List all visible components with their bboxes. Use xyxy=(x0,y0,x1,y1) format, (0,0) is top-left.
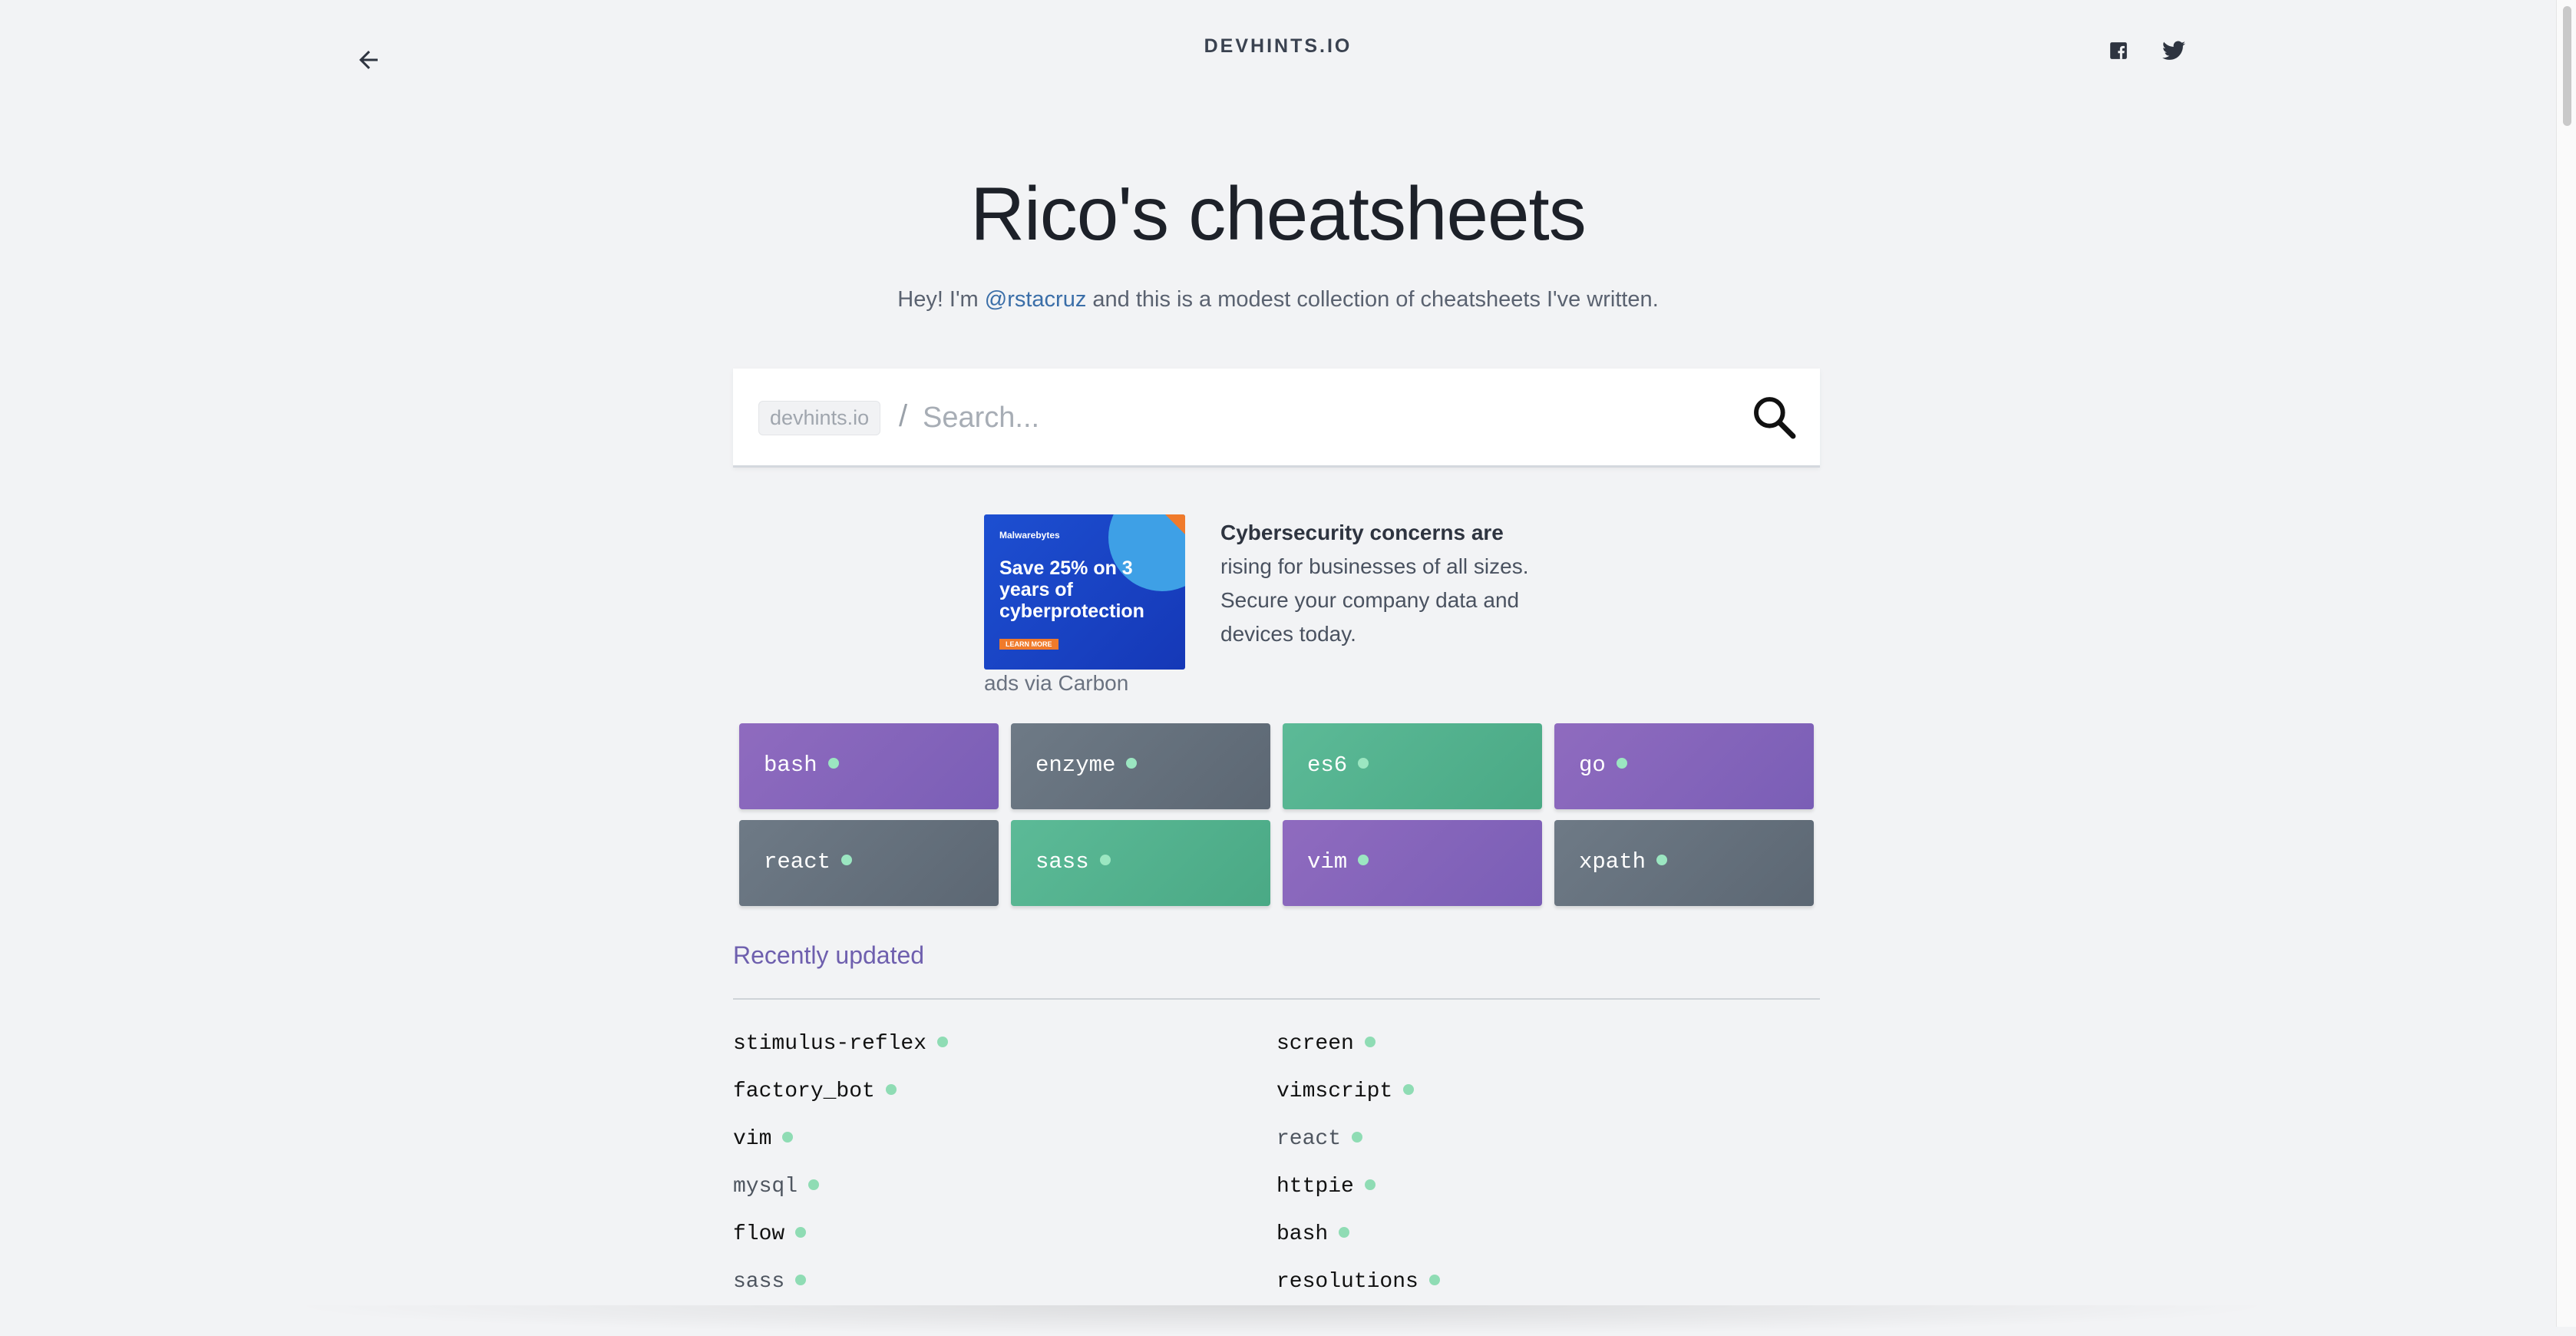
recent-item-label: httpie xyxy=(1276,1175,1354,1199)
ad-decoration-corner xyxy=(1165,514,1185,534)
ad-image[interactable]: Malwarebytes Save 25% on 3 years of cybe… xyxy=(984,514,1185,670)
recent-item-label: flow xyxy=(733,1222,785,1246)
twitter-button[interactable] xyxy=(2158,35,2189,66)
tile-content: go xyxy=(1579,752,1627,778)
recent-item-flow[interactable]: flow xyxy=(733,1222,948,1270)
recent-item-label: stimulus-reflex xyxy=(733,1032,927,1056)
cheatsheet-tile-enzyme[interactable]: enzyme xyxy=(1011,723,1270,809)
scrollbar[interactable] xyxy=(2556,0,2576,1327)
status-dot-icon xyxy=(782,1131,794,1143)
status-dot-icon xyxy=(1656,855,1668,866)
status-dot-icon xyxy=(1428,1274,1440,1285)
status-dot-icon xyxy=(827,758,839,769)
search-input[interactable] xyxy=(921,392,1692,444)
twitter-icon xyxy=(2162,41,2185,60)
recent-item-vimscript[interactable]: vimscript xyxy=(1276,1080,1440,1127)
cheatsheet-tile-sass[interactable]: sass xyxy=(1011,820,1270,906)
recent-item-label: factory_bot xyxy=(733,1080,875,1103)
tile-content: bash xyxy=(764,752,839,778)
featured-cheatsheets: bash enzyme es6 go react sass vim xpath xyxy=(739,723,1815,906)
recent-item-screen[interactable]: screen xyxy=(1276,1032,1440,1080)
status-dot-icon xyxy=(1403,1083,1415,1095)
cheatsheet-tile-es6[interactable]: es6 xyxy=(1283,723,1542,809)
facebook-button[interactable] xyxy=(2103,35,2134,66)
scrollbar-thumb[interactable] xyxy=(2563,6,2571,126)
status-dot-icon xyxy=(1099,855,1111,866)
recent-item-stimulus-reflex[interactable]: stimulus-reflex xyxy=(733,1032,949,1080)
recent-list-right: screen vimscript react httpie bash resolution… xyxy=(1276,1032,1440,1318)
search-icon xyxy=(1754,397,1796,439)
recent-item-label: screen xyxy=(1276,1032,1354,1056)
recent-item-label: mysql xyxy=(733,1175,798,1199)
tile-label: go xyxy=(1579,752,1606,778)
tile-label: vim xyxy=(1307,849,1348,875)
status-dot-icon xyxy=(1339,1226,1350,1238)
status-dot-icon xyxy=(841,855,853,866)
top-bar: DEVHINTS.IO xyxy=(0,0,2556,100)
search-box[interactable]: devhints.io / xyxy=(733,369,1820,468)
recent-list-left: stimulus-reflex factory_botvim mysql flow sa… xyxy=(733,1032,949,1318)
page-title: Rico's cheatsheets xyxy=(970,171,1586,256)
ads-via-carbon-link[interactable]: ads via Carbon xyxy=(984,671,1128,696)
status-dot-icon xyxy=(795,1274,807,1285)
recent-item-vim[interactable]: vim xyxy=(733,1127,948,1175)
divider xyxy=(733,998,1820,1000)
cheatsheet-tile-react[interactable]: react xyxy=(739,820,999,906)
cheatsheet-tile-go[interactable]: go xyxy=(1554,723,1814,809)
status-dot-icon xyxy=(795,1226,807,1238)
search-prefix: devhints.io xyxy=(758,401,881,435)
tile-content: enzyme xyxy=(1035,752,1138,778)
status-dot-icon xyxy=(1352,1131,1363,1143)
status-dot-icon xyxy=(937,1036,949,1047)
ad-cta-button[interactable]: LEARN MORE xyxy=(999,639,1058,650)
recent-item-react[interactable]: react xyxy=(1276,1127,1440,1175)
recent-item-bash[interactable]: bash xyxy=(1276,1222,1440,1270)
tile-label: es6 xyxy=(1307,752,1348,778)
cheatsheet-tile-bash[interactable]: bash xyxy=(739,723,999,809)
bottom-shadow xyxy=(276,1305,2287,1336)
tile-content: sass xyxy=(1035,849,1111,875)
tile-label: enzyme xyxy=(1035,752,1116,778)
tile-label: bash xyxy=(764,752,817,778)
ad-text[interactable]: Cybersecurity concerns are rising for bu… xyxy=(1220,516,1558,651)
tile-label: sass xyxy=(1035,849,1089,875)
recent-item-label: bash xyxy=(1276,1222,1329,1246)
status-dot-icon xyxy=(1126,758,1138,769)
tile-label: react xyxy=(764,849,831,875)
status-dot-icon xyxy=(1364,1036,1376,1047)
ad-brand-logo: Malwarebytes xyxy=(999,530,1060,541)
tile-content: xpath xyxy=(1579,849,1668,875)
status-dot-icon xyxy=(1358,855,1369,866)
recent-item-label: react xyxy=(1276,1127,1342,1151)
status-dot-icon xyxy=(1364,1179,1376,1190)
recent-item-httpie[interactable]: httpie xyxy=(1276,1175,1440,1222)
cheatsheet-tile-vim[interactable]: vim xyxy=(1283,820,1542,906)
page-subtitle: Hey! I'm @rstacruz and this is a modest … xyxy=(0,287,2556,313)
recent-item-factory_bot[interactable]: factory_bot xyxy=(733,1080,948,1127)
ad-headline: Save 25% on 3 years of cyberprotection xyxy=(999,557,1144,622)
tile-content: es6 xyxy=(1307,752,1369,778)
recent-item-label: resolutions xyxy=(1276,1270,1418,1294)
recent-item-label: sass xyxy=(733,1270,785,1294)
tile-label: xpath xyxy=(1579,849,1646,875)
status-dot-icon xyxy=(808,1179,820,1190)
facebook-icon xyxy=(2110,42,2127,59)
recently-updated-heading: Recently updated xyxy=(733,941,925,969)
recent-item-label: vim xyxy=(733,1127,772,1151)
recent-item-mysql[interactable]: mysql xyxy=(733,1175,948,1222)
subtitle-text-before: Hey! I'm xyxy=(897,287,985,312)
tile-content: react xyxy=(764,849,853,875)
recent-item-label: vimscript xyxy=(1276,1080,1393,1103)
tile-content: vim xyxy=(1307,849,1369,875)
ad-text-bold: Cybersecurity concerns are xyxy=(1220,521,1504,544)
search-slash: / xyxy=(899,399,908,433)
search-button[interactable] xyxy=(1750,393,1799,442)
status-dot-icon xyxy=(885,1083,897,1095)
ad-text-rest: rising for businesses of all sizes. Secu… xyxy=(1220,554,1529,646)
status-dot-icon xyxy=(1616,758,1627,769)
status-dot-icon xyxy=(1358,758,1369,769)
author-link[interactable]: @rstacruz xyxy=(985,287,1087,312)
subtitle-text-after: and this is a modest collection of cheat… xyxy=(1086,287,1659,312)
cheatsheet-tile-xpath[interactable]: xpath xyxy=(1554,820,1814,906)
